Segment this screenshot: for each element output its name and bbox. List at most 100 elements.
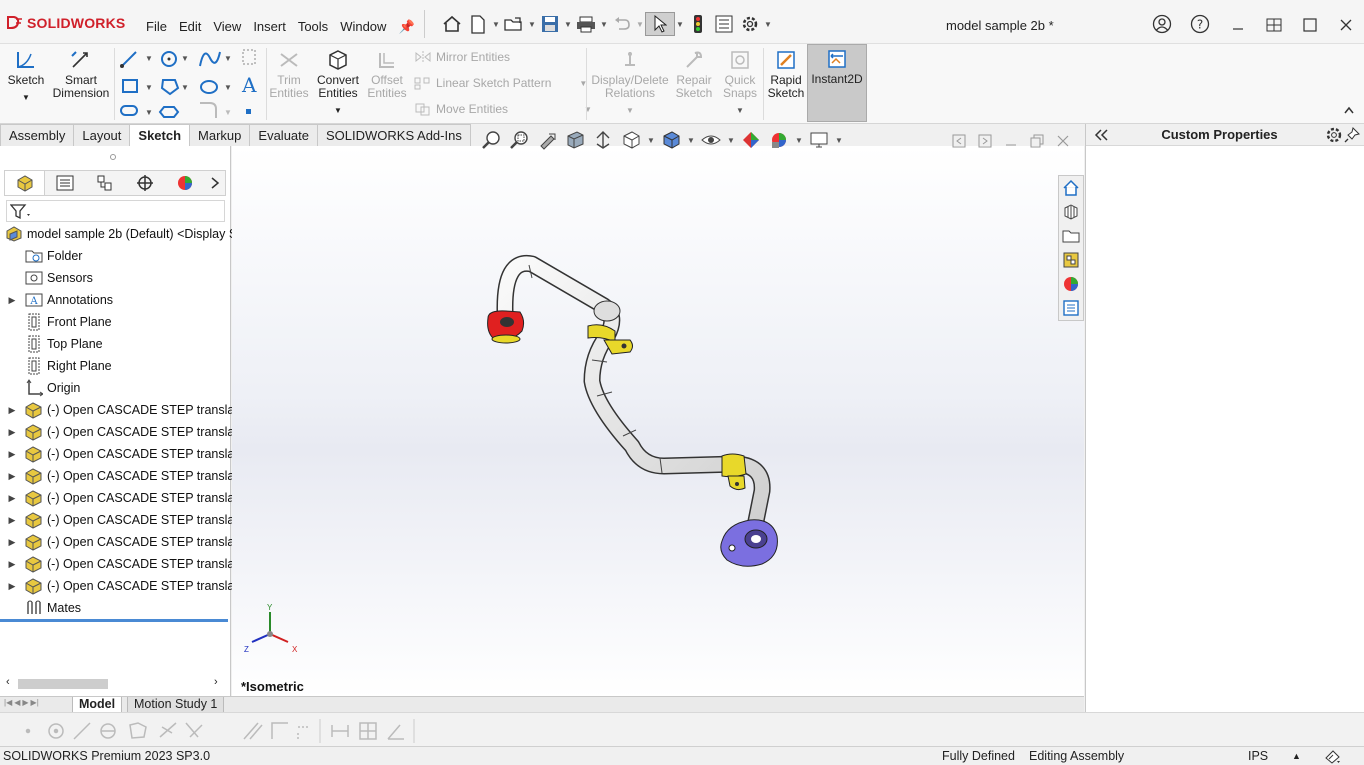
viewport-minimize-icon[interactable] [1004, 134, 1018, 148]
feature-manager-tab-icon[interactable] [5, 171, 45, 195]
customize-status-bar-icon[interactable] [1324, 749, 1342, 764]
tree-item[interactable]: Right Plane [6, 355, 112, 377]
expand-arrow-icon[interactable]: ▶ [6, 471, 18, 482]
panel-splitter-handle[interactable] [110, 154, 116, 160]
tab-motion-study-1[interactable]: Motion Study 1 [127, 697, 225, 713]
unit-system[interactable]: IPS [1248, 749, 1268, 763]
text-icon[interactable]: A [241, 73, 257, 97]
view-settings-icon[interactable] [806, 128, 832, 152]
red-flange[interactable] [487, 310, 525, 344]
chevron-down-icon[interactable]: ▼ [334, 104, 342, 117]
expand-arrow-icon[interactable]: ▶ [6, 449, 18, 460]
close-icon[interactable] [1328, 10, 1364, 40]
view-palette-icon[interactable] [1059, 248, 1083, 272]
tab-assembly[interactable]: Assembly [0, 124, 75, 146]
chevron-down-icon[interactable]: ▼ [675, 20, 685, 29]
rebuild-traffic-light-icon[interactable] [685, 12, 711, 36]
property-manager-tab-icon[interactable] [45, 171, 85, 195]
chevron-down-icon[interactable]: ▼ [763, 20, 773, 29]
select-arrow-icon[interactable] [645, 12, 675, 36]
menu-edit[interactable]: Edit [173, 13, 207, 41]
chevron-down-icon[interactable]: ▼ [22, 91, 30, 104]
home-icon[interactable] [439, 12, 465, 36]
ribbon-expand-icon[interactable] [1343, 104, 1355, 119]
chevron-down-icon[interactable]: ▼ [563, 20, 573, 29]
tab-sketch[interactable]: Sketch [129, 124, 191, 146]
chevron-down-icon[interactable]: ▼ [626, 104, 634, 117]
print-icon[interactable] [573, 12, 599, 36]
previous-view-icon[interactable] [952, 134, 966, 148]
hide-show-items-icon[interactable] [698, 128, 724, 152]
expand-arrow-icon[interactable]: ▶ [6, 515, 18, 526]
units-chevron-up-icon[interactable]: ▲ [1292, 751, 1301, 761]
tree-item[interactable]: Folder [6, 245, 82, 267]
chevron-down-icon[interactable]: ▼ [726, 136, 736, 145]
tab-markup[interactable]: Markup [189, 124, 251, 146]
next-tab-icon[interactable]: ▶ [22, 698, 28, 707]
spline-icon[interactable] [199, 51, 221, 67]
sketch-button[interactable]: Sketch ▼ [6, 46, 46, 104]
yellow-clip-middle[interactable] [721, 453, 747, 491]
menu-insert[interactable]: Insert [247, 13, 292, 41]
graphics-area[interactable]: Y X Z [232, 134, 1084, 698]
line-icon[interactable] [120, 51, 137, 68]
minimize-icon[interactable] [1220, 10, 1256, 40]
viewport-close-icon[interactable] [1056, 134, 1070, 148]
convert-entities-button[interactable]: Convert Entities ▼ [314, 46, 362, 117]
expand-arrow-icon[interactable]: ▶ [6, 581, 18, 592]
polygon-hex-icon[interactable] [158, 106, 180, 118]
repair-sketch-button[interactable]: Repair Sketch [674, 46, 714, 100]
purple-flange[interactable] [720, 519, 778, 567]
chevron-down-icon[interactable]: ▼ [599, 20, 609, 29]
rectangle-icon[interactable] [122, 79, 138, 93]
tree-item[interactable]: ▶ A Annotations [6, 289, 114, 311]
save-icon[interactable] [537, 12, 563, 36]
viewport-restore-icon[interactable] [1030, 134, 1044, 148]
tree-item[interactable]: ▶ (-) Open CASCADE STEP translato [6, 509, 245, 531]
open-folder-icon[interactable] [501, 12, 527, 36]
scroll-left-icon[interactable]: ‹ [6, 676, 10, 688]
configuration-manager-tab-icon[interactable] [85, 171, 125, 195]
gear-icon[interactable] [1325, 126, 1343, 144]
design-library-icon[interactable] [1059, 200, 1083, 224]
tab-solidworks-addins[interactable]: SOLIDWORKS Add-Ins [317, 124, 471, 146]
tree-filter[interactable] [6, 200, 225, 222]
polygon-icon[interactable] [160, 79, 180, 96]
linear-sketch-pattern-button[interactable]: Linear Sketch Pattern ▼ [414, 76, 587, 90]
pin-icon[interactable]: 📌 [392, 13, 420, 41]
next-view-icon[interactable] [978, 134, 992, 148]
dimxpert-manager-tab-icon[interactable] [125, 171, 165, 195]
display-delete-relations-button[interactable]: Display/Delete Relations ▼ [590, 46, 670, 117]
mirror-entities-button[interactable]: Mirror Entities [414, 50, 510, 64]
expand-arrow-icon[interactable]: ▶ [6, 295, 18, 306]
gear-icon[interactable] [737, 12, 763, 36]
trim-entities-button[interactable]: Trim Entities [269, 46, 309, 100]
chevron-right-icon[interactable] [205, 171, 225, 195]
tree-item[interactable]: Origin [6, 377, 80, 399]
previous-view-icon[interactable] [534, 128, 560, 152]
user-account-icon[interactable] [1152, 14, 1172, 34]
chevron-down-icon[interactable]: ▼ [635, 20, 645, 29]
scroll-right-icon[interactable]: › [214, 676, 218, 688]
ellipse-icon[interactable] [200, 80, 218, 94]
chevron-down-icon[interactable]: ▼ [646, 136, 656, 145]
prev-tab-icon[interactable]: ◀ [14, 698, 20, 707]
offset-entities-button[interactable]: Offset Entities [366, 46, 408, 100]
collapse-double-chevron-icon[interactable] [1092, 128, 1114, 142]
point-icon[interactable] [246, 109, 251, 114]
chevron-down-icon[interactable]: ▼ [794, 136, 804, 145]
dynamic-annotation-icon[interactable] [590, 128, 616, 152]
instant2d-button[interactable]: Instant2D [807, 44, 867, 122]
edit-appearance-icon[interactable] [738, 128, 764, 152]
section-view-icon[interactable] [562, 128, 588, 152]
scroll-thumb[interactable] [18, 679, 108, 689]
view-orientation-icon[interactable] [618, 128, 644, 152]
new-document-icon[interactable] [465, 12, 491, 36]
tree-item[interactable]: Top Plane [6, 333, 103, 355]
chevron-down-icon[interactable]: ▼ [527, 20, 537, 29]
quick-snaps-button[interactable]: Quick Snaps ▼ [720, 46, 760, 117]
file-properties-icon[interactable] [711, 12, 737, 36]
zoom-to-area-icon[interactable] [506, 128, 532, 152]
rapid-sketch-button[interactable]: Rapid Sketch [766, 46, 806, 100]
tree-item[interactable]: ▶ (-) Open CASCADE STEP translato [6, 465, 245, 487]
